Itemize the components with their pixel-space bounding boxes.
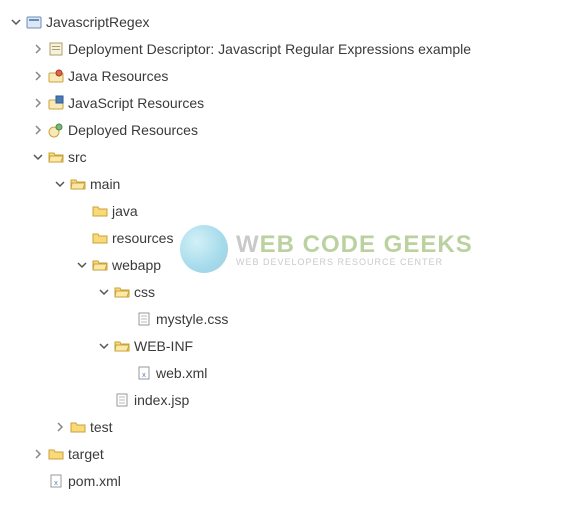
tree-item-label: test <box>90 419 113 435</box>
tree-item[interactable]: x web.xml <box>8 359 582 386</box>
folder-closed-icon <box>92 230 108 246</box>
tree-item-label: Deployed Resources <box>68 122 198 138</box>
tree-item[interactable]: JavaScript Resources <box>8 89 582 116</box>
tree-item[interactable]: JavascriptRegex <box>8 8 582 35</box>
tree-item[interactable]: resources <box>8 224 582 251</box>
tree-item-label: mystyle.css <box>156 311 228 327</box>
folder-closed-icon <box>70 419 86 435</box>
tree-item-label: WEB-INF <box>134 338 193 354</box>
tree-item-label: JavaScript Resources <box>68 95 204 111</box>
tree-item-label: index.jsp <box>134 392 189 408</box>
tree-item[interactable]: Java Resources <box>8 62 582 89</box>
folder-open-icon <box>114 338 130 354</box>
deployed-icon <box>48 122 64 138</box>
tree-item[interactable]: WEB-INF <box>8 332 582 359</box>
project-tree: JavascriptRegex Deployment Descriptor: Ja… <box>8 8 582 494</box>
expand-arrow-icon[interactable] <box>30 95 46 111</box>
tree-item-label: resources <box>112 230 173 246</box>
tree-item-label: JavascriptRegex <box>46 14 150 30</box>
expand-arrow-icon[interactable] <box>96 338 112 354</box>
tree-item[interactable]: java <box>8 197 582 224</box>
expand-arrow-icon[interactable] <box>30 68 46 84</box>
expand-arrow-icon[interactable] <box>8 14 24 30</box>
tree-item[interactable]: x pom.xml <box>8 467 582 494</box>
tree-item-label: Java Resources <box>68 68 168 84</box>
descriptor-icon <box>48 41 64 57</box>
folder-closed-icon <box>48 446 64 462</box>
tree-item[interactable]: mystyle.css <box>8 305 582 332</box>
expand-arrow-icon[interactable] <box>74 257 90 273</box>
tree-item-label: css <box>134 284 155 300</box>
expand-arrow-icon[interactable] <box>30 122 46 138</box>
folder-open-icon <box>48 149 64 165</box>
svg-text:x: x <box>54 480 58 488</box>
tree-item-label: webapp <box>112 257 161 273</box>
svg-text:x: x <box>142 372 146 380</box>
expand-arrow-icon[interactable] <box>30 41 46 57</box>
tree-item[interactable]: src <box>8 143 582 170</box>
expand-arrow-icon[interactable] <box>30 446 46 462</box>
project-icon <box>26 14 42 30</box>
expand-arrow-icon[interactable] <box>30 149 46 165</box>
expand-arrow-icon[interactable] <box>52 176 68 192</box>
tree-item[interactable]: Deployment Descriptor: Javascript Regula… <box>8 35 582 62</box>
tree-item[interactable]: test <box>8 413 582 440</box>
expand-arrow-icon[interactable] <box>96 284 112 300</box>
tree-item[interactable]: Deployed Resources <box>8 116 582 143</box>
file-icon <box>136 311 152 327</box>
tree-item[interactable]: css <box>8 278 582 305</box>
tree-item-label: Deployment Descriptor: Javascript Regula… <box>68 41 471 57</box>
tree-item-label: src <box>68 149 87 165</box>
tree-item-label: java <box>112 203 138 219</box>
expand-arrow-icon[interactable] <box>52 419 68 435</box>
folder-open-icon <box>92 257 108 273</box>
file-icon <box>114 392 130 408</box>
tree-item-label: web.xml <box>156 365 207 381</box>
xml-file-icon: x <box>48 473 64 489</box>
tree-item[interactable]: index.jsp <box>8 386 582 413</box>
js-res-icon <box>48 95 64 111</box>
tree-item[interactable]: target <box>8 440 582 467</box>
folder-open-icon <box>70 176 86 192</box>
folder-open-icon <box>114 284 130 300</box>
tree-item-label: main <box>90 176 120 192</box>
tree-item-label: target <box>68 446 104 462</box>
java-res-icon <box>48 68 64 84</box>
tree-item[interactable]: webapp <box>8 251 582 278</box>
tree-item[interactable]: main <box>8 170 582 197</box>
xml-file-icon: x <box>136 365 152 381</box>
tree-item-label: pom.xml <box>68 473 121 489</box>
folder-closed-icon <box>92 203 108 219</box>
